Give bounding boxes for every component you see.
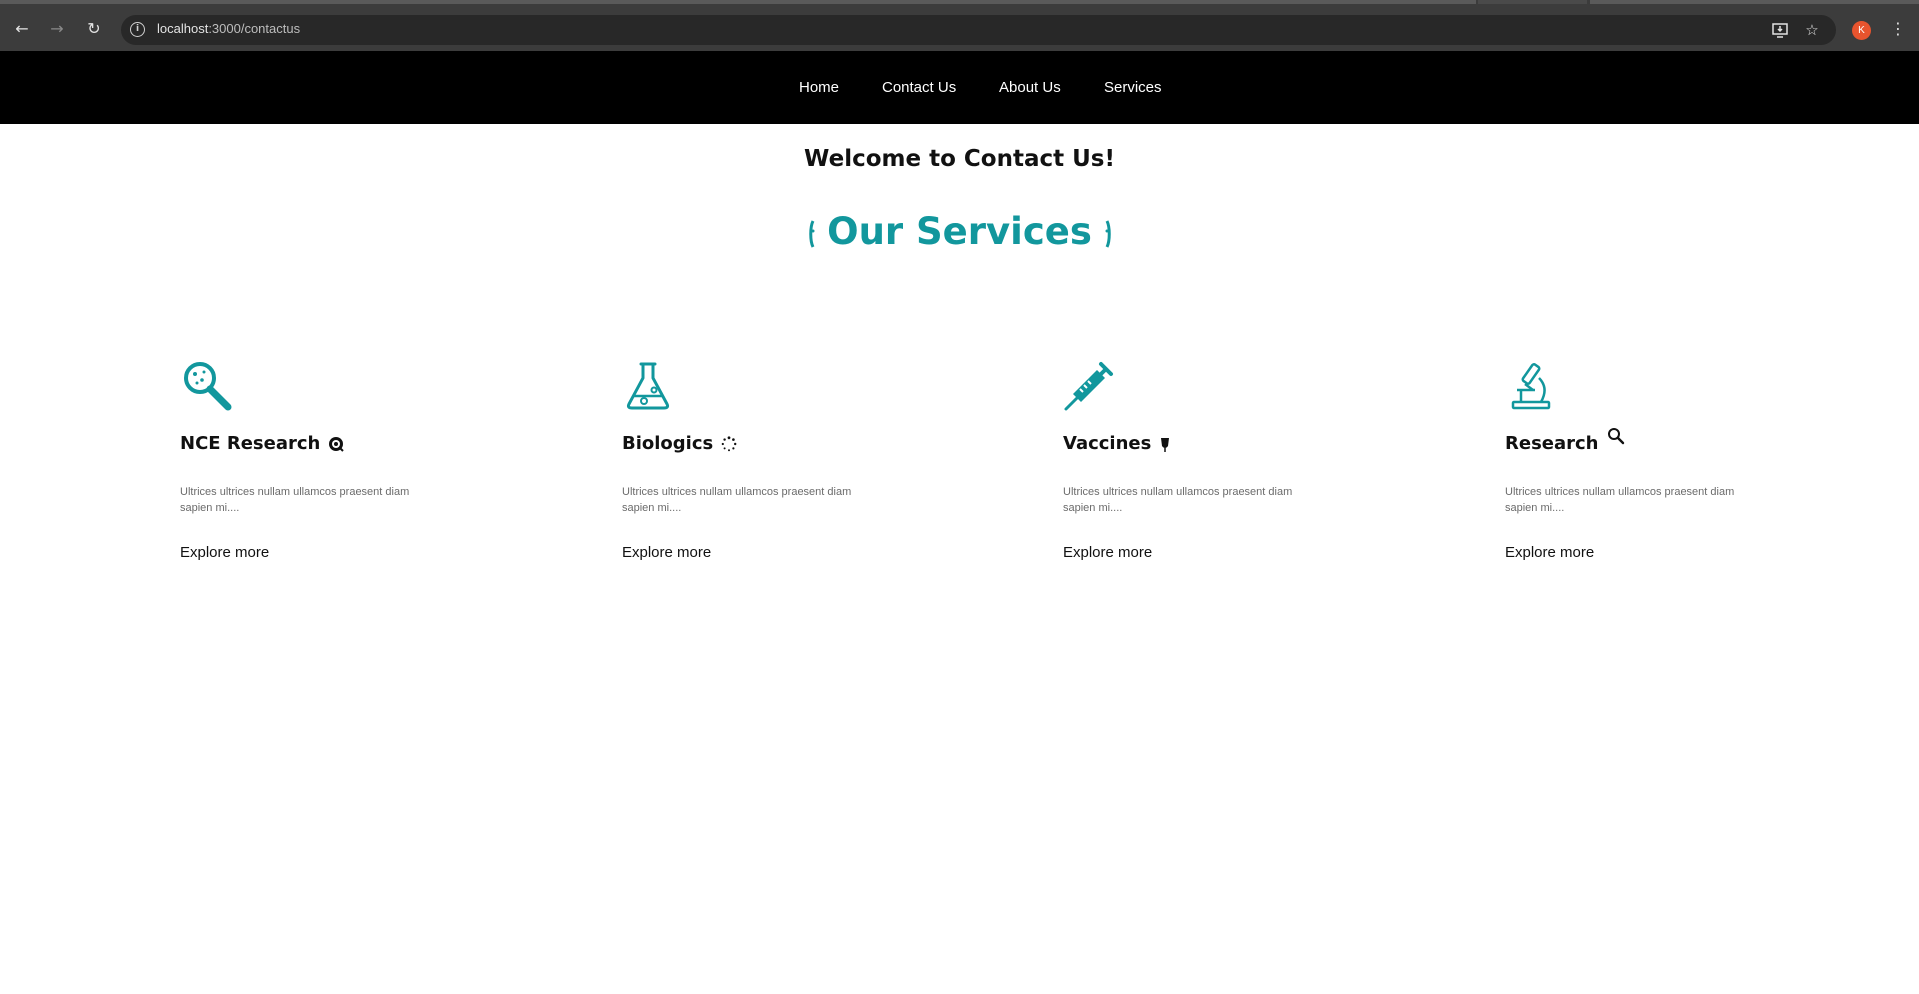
browser-chrome: ← → ↻ i localhost:3000/contactus ☆ K ⋮ — [0, 0, 1919, 51]
explore-more-link[interactable]: Explore more — [1063, 544, 1152, 561]
browser-toolbar: ← → ↻ i localhost:3000/contactus ☆ K ⋮ — [0, 4, 1919, 51]
card-title: NCE Research — [180, 433, 345, 454]
reload-icon[interactable]: ↻ — [84, 19, 104, 39]
spinner-icon — [721, 436, 737, 452]
card-title-text: Research — [1505, 433, 1599, 454]
install-app-icon[interactable] — [1771, 21, 1789, 39]
back-arrow-icon[interactable]: ← — [12, 19, 32, 39]
card-description: Ultrices ultrices nullam ullamcos praese… — [622, 486, 852, 514]
card-title-text: NCE Research — [180, 433, 321, 454]
site-navbar: Home Contact Us About Us Services — [0, 51, 1919, 124]
forward-arrow-icon[interactable]: → — [47, 19, 67, 39]
card-description: Ultrices ultrices nullam ullamcos praese… — [180, 486, 410, 514]
magnifier-icon — [184, 362, 232, 411]
bookmark-star-icon[interactable]: ☆ — [1803, 21, 1821, 39]
url-host: localhost — [157, 21, 209, 36]
flask-icon — [626, 362, 670, 410]
service-card-research: Research Ultrices ultrices nullam ullamc… — [1505, 360, 1765, 570]
microscope-icon — [1511, 363, 1551, 410]
right-title-ornament-icon — [1105, 220, 1111, 248]
card-description: Ultrices ultrices nullam ullamcos praese… — [1505, 486, 1735, 514]
card-title: Vaccines — [1063, 433, 1171, 454]
nav-contact-us[interactable]: Contact Us — [882, 79, 956, 96]
more-menu-icon[interactable]: ⋮ — [1890, 18, 1906, 40]
card-title-text: Vaccines — [1063, 433, 1152, 454]
url-path: :3000/contactus — [208, 21, 301, 36]
explore-more-link[interactable]: Explore more — [1505, 544, 1594, 561]
syringe-icon — [1064, 362, 1113, 411]
service-card-vaccines: Vaccines Ultrices ultrices nullam ullamc… — [1063, 360, 1323, 570]
card-title-text: Biologics — [622, 433, 714, 454]
nav-about-us[interactable]: About Us — [999, 79, 1061, 96]
explore-more-link[interactable]: Explore more — [622, 544, 711, 561]
search-icon — [1607, 428, 1624, 445]
nav-services[interactable]: Services — [1104, 79, 1162, 96]
card-description: Ultrices ultrices nullam ullamcos praese… — [1063, 486, 1293, 514]
card-title: Research — [1505, 428, 1625, 454]
explore-more-link[interactable]: Explore more — [180, 544, 269, 561]
site-info-icon[interactable]: i — [130, 22, 145, 37]
services-title: Our Services — [827, 210, 1092, 253]
nav-home[interactable]: Home — [799, 79, 839, 96]
service-card-biologics: Biologics Ultrices ultrices nullam ullam… — [622, 360, 882, 570]
card-title: Biologics — [622, 433, 737, 454]
url-text[interactable]: localhost:3000/contactus — [157, 21, 300, 36]
address-bar[interactable]: i localhost:3000/contactus ☆ — [121, 15, 1836, 45]
welcome-heading: Welcome to Contact Us! — [804, 146, 1115, 172]
profile-avatar[interactable]: K — [1852, 21, 1871, 40]
pin-icon — [1161, 438, 1170, 452]
service-card-nce-research: NCE Research Ultrices ultrices nullam ul… — [180, 360, 440, 570]
target-icon — [329, 437, 345, 452]
